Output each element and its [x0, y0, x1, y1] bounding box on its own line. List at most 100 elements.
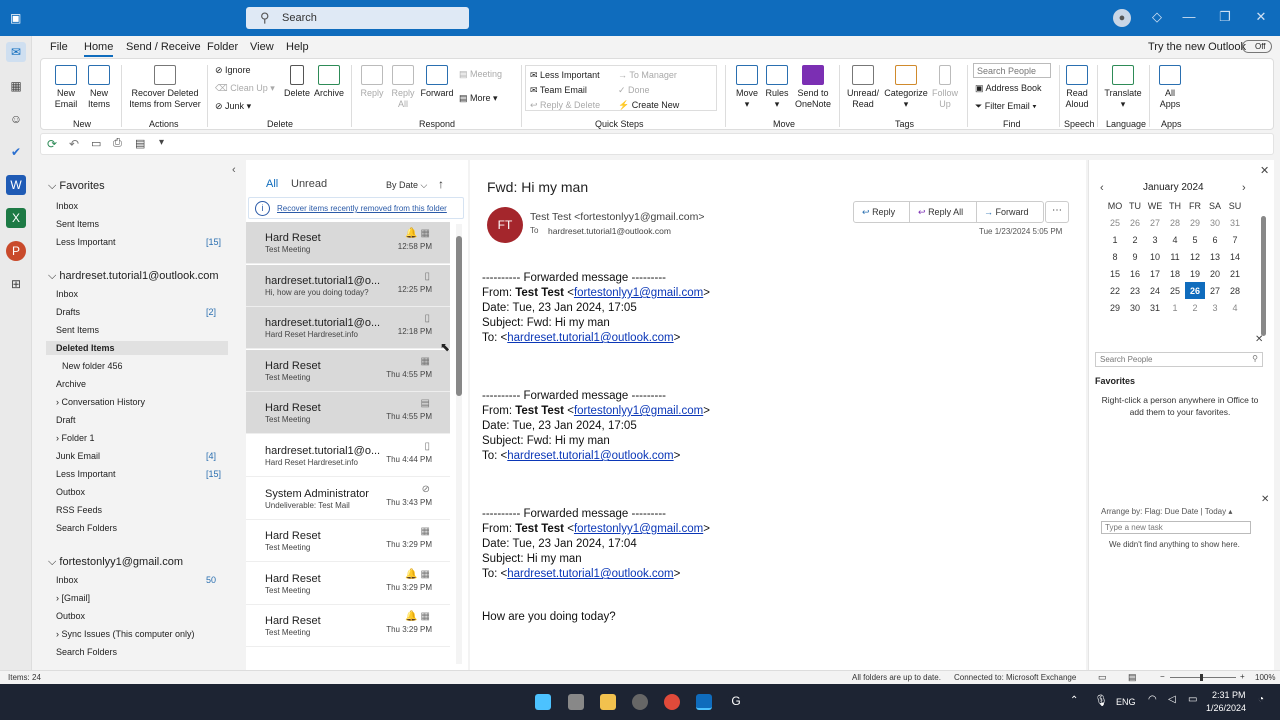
calendar-day[interactable]: 3 — [1145, 231, 1165, 248]
reply-button[interactable]: Reply — [357, 65, 387, 99]
forward-action[interactable]: → Forward — [984, 207, 1029, 217]
microphone-icon[interactable]: 🎙 — [1094, 694, 1108, 707]
calendar-day[interactable]: 20 — [1205, 265, 1225, 282]
people-icon[interactable]: ☺ — [6, 109, 26, 129]
calendar-day[interactable]: 19 — [1185, 265, 1205, 282]
calendar-day[interactable]: 24 — [1145, 282, 1165, 299]
qs-create-new[interactable]: ⚡ Create New — [618, 100, 679, 111]
email-link[interactable]: hardreset.tutorial1@outlook.com — [507, 568, 673, 580]
all-apps-button[interactable]: All Apps — [1155, 65, 1185, 110]
calendar-day[interactable]: 11 — [1165, 248, 1185, 265]
calendar-day[interactable]: 12 — [1185, 248, 1205, 265]
folder-item[interactable]: Outbox — [56, 487, 85, 497]
message-item[interactable]: hardreset.tutorial1@o... Hi, how are you … — [246, 264, 450, 307]
calendar-day[interactable]: 31 — [1225, 214, 1245, 231]
folder-item[interactable]: Less Important [15] — [56, 237, 221, 247]
email-link[interactable]: hardreset.tutorial1@outlook.com — [507, 332, 673, 344]
calendar-day[interactable]: 30 — [1125, 299, 1145, 316]
view-icon[interactable]: ▭ — [91, 137, 101, 150]
todo-icon[interactable]: ✔ — [6, 142, 26, 162]
folder-item[interactable]: Archive — [56, 379, 86, 389]
app-icon[interactable] — [632, 694, 648, 710]
close-calendar-icon[interactable]: ✕ — [1260, 164, 1269, 177]
folder-item[interactable]: Sent Items — [56, 325, 99, 335]
sender-line[interactable]: Test Test <fortestonlyy1@gmail.com> — [530, 211, 704, 223]
calendar-day[interactable]: 29 — [1105, 299, 1125, 316]
calendar-day[interactable]: 28 — [1165, 214, 1185, 231]
qs-reply-delete[interactable]: ↩ Reply & Delete — [530, 100, 600, 111]
ignore-button[interactable]: ⊘ Ignore — [215, 65, 251, 76]
folder-item[interactable]: Search Folders — [56, 523, 117, 533]
email-link[interactable]: fortestonlyy1@gmail.com — [574, 287, 703, 299]
calendar-day[interactable]: 30 — [1205, 214, 1225, 231]
menu-send-receive[interactable]: Send / Receive — [126, 41, 201, 53]
follow-up-button[interactable]: Follow Up — [931, 65, 959, 110]
message-item[interactable]: Hard Reset Test Meeting Thu 4:55 PM ▦ — [246, 349, 450, 392]
calendar-day[interactable]: 31 — [1145, 299, 1165, 316]
folder-item[interactable]: › [Gmail] — [56, 593, 90, 603]
sort-direction-icon[interactable]: ↑ — [438, 177, 444, 191]
folder-item[interactable]: Deleted Items — [46, 341, 228, 355]
email-link[interactable]: fortestonlyy1@gmail.com — [574, 523, 703, 535]
calendar-day[interactable]: 16 — [1125, 265, 1145, 282]
folder-item[interactable]: Less Important [15] — [56, 469, 221, 479]
address-book-button[interactable]: ▣ Address Book — [975, 83, 1042, 94]
sort-by-date[interactable]: By Date ⌵ — [386, 180, 427, 191]
new-email-button[interactable]: New Email — [51, 65, 81, 110]
qs-to-manager[interactable]: → To Manager — [618, 70, 677, 81]
calendar-day[interactable]: 14 — [1225, 248, 1245, 265]
message-item[interactable]: Hard Reset Test Meeting Thu 4:55 PM ▤ — [246, 392, 450, 435]
message-item[interactable]: hardreset.tutorial1@o... Hard Reset Hardr… — [246, 307, 450, 350]
search-box[interactable]: ⚲ Search — [246, 7, 469, 29]
zoom-slider[interactable] — [1170, 674, 1236, 681]
translate-button[interactable]: Translate ▾ — [1103, 65, 1143, 110]
reply-action[interactable]: ↩ Reply — [862, 207, 895, 218]
outlook-taskbar-icon[interactable] — [696, 694, 712, 710]
unread-read-button[interactable]: Unread/ Read — [845, 65, 881, 110]
avatar[interactable]: ● — [1113, 9, 1131, 27]
qat-dropdown-icon[interactable]: ▾ — [159, 137, 164, 148]
forward-button[interactable]: Forward — [419, 65, 455, 99]
filter-email-button[interactable]: ⏷ Filter Email ▾ — [975, 101, 1037, 112]
categorize-button[interactable]: Categorize ▾ — [883, 65, 929, 110]
calendar-icon[interactable]: ▦ — [6, 76, 26, 96]
message-list-scrollbar[interactable] — [456, 224, 462, 664]
account-2-header[interactable]: ⌵ fortestonlyy1@gmail.com — [48, 556, 183, 569]
minimize-icon[interactable]: — — [1180, 9, 1198, 27]
recover-items-banner[interactable]: i Recover items recently removed from th… — [248, 197, 464, 219]
email-link[interactable]: fortestonlyy1@gmail.com — [574, 405, 703, 417]
filter-all-tab[interactable]: All — [266, 178, 278, 190]
menu-help[interactable]: Help — [286, 41, 309, 53]
qs-less-important[interactable]: ✉ Less Important — [530, 70, 600, 81]
calendar-day[interactable]: 25 — [1165, 282, 1185, 299]
calendar-day[interactable]: 27 — [1145, 214, 1165, 231]
message-item[interactable]: Hard Reset Test Meeting Thu 3:29 PM 🔔 ▦ — [246, 563, 450, 605]
excel-icon[interactable]: X — [6, 208, 26, 228]
reply-all-button[interactable]: Reply All — [389, 65, 417, 110]
calendar-day[interactable]: 7 — [1225, 231, 1245, 248]
apps-icon[interactable]: ⊞ — [6, 274, 26, 294]
calendar-day[interactable]: 9 — [1125, 248, 1145, 265]
reading-view-icon[interactable]: ▤ — [1128, 672, 1137, 683]
calendar-day[interactable]: 2 — [1125, 231, 1145, 248]
collapse-pane-icon[interactable]: ‹ — [232, 164, 236, 176]
move-button[interactable]: Move ▾ — [733, 65, 761, 110]
calendar-day[interactable]: 26 — [1185, 282, 1205, 299]
message-item[interactable]: System Administrator Undeliverable: Test … — [246, 478, 450, 520]
qs-team-email[interactable]: ✉ Team Email — [530, 85, 587, 96]
start-icon[interactable] — [535, 694, 551, 710]
search-people-input[interactable]: Search People — [973, 63, 1051, 78]
delete-button[interactable]: Delete — [283, 65, 311, 99]
restore-icon[interactable]: ❐ — [1216, 9, 1234, 27]
folder-item[interactable]: RSS Feeds — [56, 505, 102, 515]
clock-date[interactable]: 1/26/2024 — [1206, 703, 1246, 713]
qs-done[interactable]: ✓ Done — [618, 85, 650, 96]
sync-icon[interactable]: ⟳ — [47, 137, 57, 151]
calendar-day[interactable]: 29 — [1185, 214, 1205, 231]
folder-item[interactable]: › Folder 1 — [56, 433, 95, 443]
calendar-day[interactable]: 6 — [1205, 231, 1225, 248]
calendar-scrollbar[interactable] — [1261, 216, 1266, 336]
calendar-day[interactable]: 22 — [1105, 282, 1125, 299]
recorder-icon[interactable]: G — [728, 694, 744, 710]
language-indicator[interactable]: ENG — [1116, 697, 1136, 707]
